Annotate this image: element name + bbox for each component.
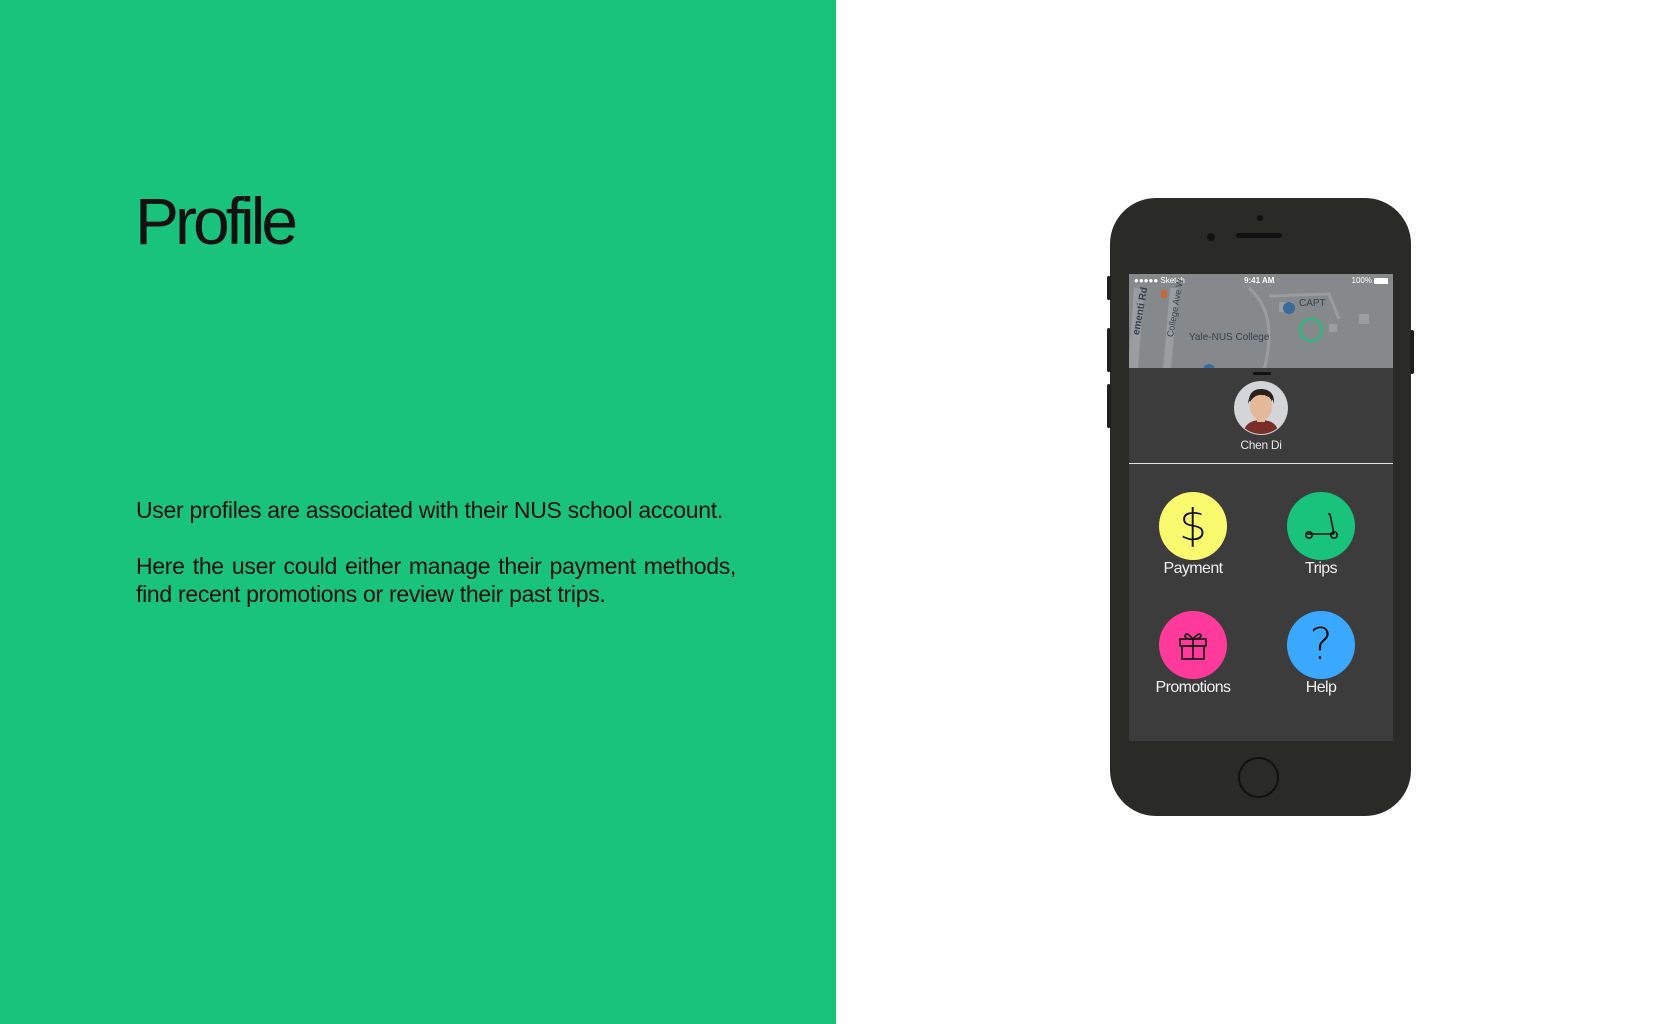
payment-label: Payment — [1163, 560, 1224, 577]
user-name: Chen Di — [1240, 438, 1282, 452]
trips-button[interactable]: Trips — [1266, 492, 1376, 578]
power-button — [1410, 330, 1414, 374]
payment-button[interactable]: $ Payment — [1138, 492, 1248, 578]
map-view[interactable]: ●●●●● Sketch 9:41 AM 100% ementi Rd Coll… — [1129, 274, 1393, 370]
volume-down-button — [1107, 384, 1111, 428]
gift-icon — [1179, 633, 1207, 660]
dollar-icon: $ — [1179, 500, 1207, 551]
promotions-circle — [1159, 611, 1227, 679]
phone-mockup: ●●●●● Sketch 9:41 AM 100% ementi Rd Coll… — [1107, 198, 1414, 816]
earpiece-speaker — [1236, 233, 1282, 238]
status-time: 9:41 AM — [1244, 276, 1275, 285]
map-label-capt: CAPT — [1299, 298, 1326, 309]
profile-divider — [1129, 463, 1393, 464]
sheet-grabber[interactable] — [1253, 372, 1271, 375]
description-paragraph-1: User profiles are associated with their … — [136, 497, 723, 523]
promotions-label: Promotions — [1155, 679, 1232, 696]
help-label: Help — [1305, 679, 1337, 696]
profile-sheet: Chen Di $ Payment Trips Promotions ? Hel… — [1129, 368, 1393, 741]
status-battery: 100% — [1352, 276, 1388, 285]
help-circle: ? — [1287, 611, 1355, 679]
mute-switch — [1107, 276, 1111, 300]
home-button[interactable] — [1238, 757, 1279, 798]
map-label-yale-nus: Yale-NUS College — [1189, 332, 1270, 343]
payment-circle: $ — [1159, 492, 1227, 560]
volume-up-button — [1107, 328, 1111, 372]
phone-screen: ●●●●● Sketch 9:41 AM 100% ementi Rd Coll… — [1129, 274, 1393, 741]
question-icon: ? — [1309, 619, 1333, 670]
status-bar: ●●●●● Sketch 9:41 AM 100% — [1129, 274, 1393, 287]
battery-percent: 100% — [1351, 276, 1372, 285]
proximity-sensor — [1207, 233, 1215, 241]
front-camera — [1257, 215, 1263, 221]
scooter-icon — [1305, 513, 1338, 539]
promotions-button[interactable]: Promotions — [1138, 611, 1248, 697]
trips-label: Trips — [1305, 560, 1338, 577]
help-button[interactable]: ? Help — [1266, 611, 1376, 697]
trips-circle — [1287, 492, 1355, 560]
description-paragraph-2: Here the user could either manage their … — [136, 553, 736, 607]
slide-title: Profile — [135, 184, 298, 258]
avatar-photo — [1235, 382, 1287, 434]
left-panel: Profile User profiles are associated wit… — [0, 0, 836, 1024]
avatar[interactable] — [1235, 382, 1287, 434]
battery-icon — [1374, 277, 1388, 284]
